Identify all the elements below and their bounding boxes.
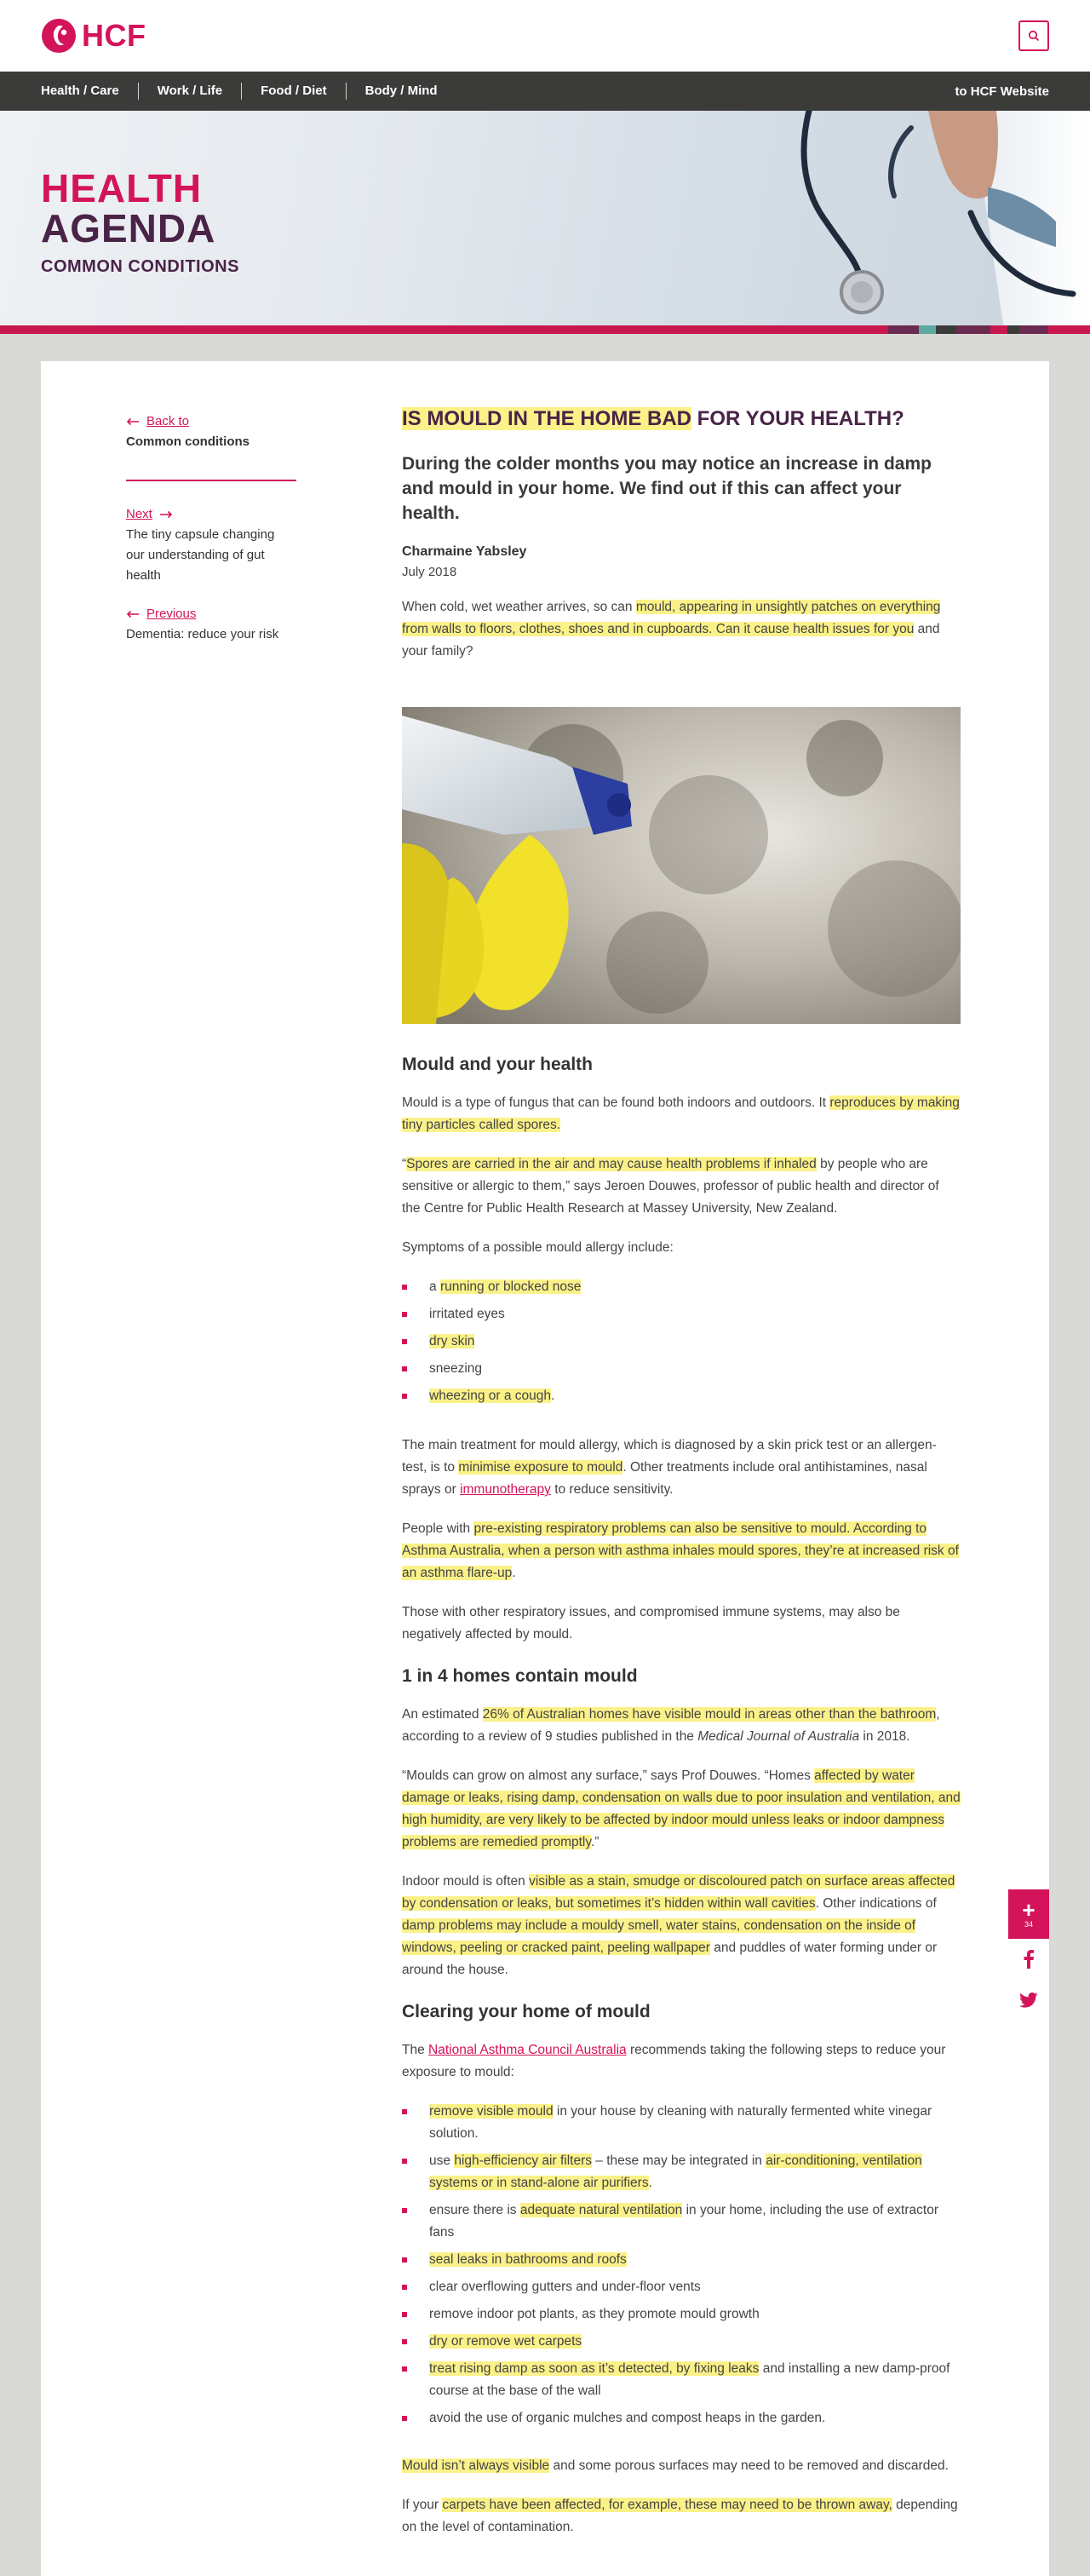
previous-link-label: Previous	[146, 607, 197, 621]
article-standfirst: During the colder months you may notice …	[402, 454, 932, 523]
headline-rest: FOR YOUR HEALTH?	[691, 407, 904, 430]
article-headline: IS MOULD IN THE HOME BAD FOR YOUR HEALTH…	[402, 405, 961, 433]
steps-list: remove visible mould in your house by cl…	[402, 2101, 961, 2429]
paragraph-asthma: People with pre-existing respiratory pro…	[402, 1521, 959, 1580]
arrow-right-icon	[159, 510, 172, 518]
paragraph-nac-intro: The National Asthma Council Australia re…	[402, 2043, 946, 2079]
article-body: IS MOULD IN THE HOME BAD FOR YOUR HEALTH…	[402, 405, 961, 2539]
article-card: Back to Common conditions Next The tiny …	[41, 361, 1049, 2576]
section-heading-mould-health: Mould and your health	[402, 1055, 593, 1074]
facebook-share-button[interactable]	[1008, 1939, 1049, 1980]
paragraph-immune: Those with other respiratory issues, and…	[402, 1605, 900, 1642]
list-item: seal leaks in bathrooms and roofs	[402, 2249, 961, 2271]
hcf-logo[interactable]: HCF	[41, 18, 146, 54]
doctor-stethoscope-image	[800, 111, 1090, 334]
previous-article-link[interactable]: Previous	[126, 607, 296, 621]
paragraph-carpets: If your carpets have been affected, for …	[402, 2498, 958, 2534]
hero-section-label: COMMON CONDITIONS	[41, 257, 239, 276]
paragraph-indoor-mould: Indoor mould is often visible as a stain…	[402, 1874, 955, 1977]
nav-hcf-website-link[interactable]: to HCF Website	[955, 84, 1049, 99]
back-link[interactable]: Back to	[126, 414, 296, 428]
hero-title-agenda: AGENDA	[41, 206, 216, 250]
hero-banner: HEALTH AGENDA COMMON CONDITIONS	[0, 111, 1090, 334]
site-header: HCF	[0, 0, 1090, 72]
section-heading-clearing: Clearing your home of mould	[402, 2002, 651, 2021]
facebook-icon	[1024, 1950, 1034, 1969]
list-item: dry skin	[402, 1331, 961, 1353]
paragraph-surface-quote: “Moulds can grow on almost any surface,”…	[402, 1768, 961, 1849]
twitter-icon	[1019, 1992, 1038, 2008]
list-item: treat rising damp as soon as it’s detect…	[402, 2358, 961, 2402]
national-asthma-council-link[interactable]: National Asthma Council Australia	[428, 2043, 627, 2057]
hero-title: HEALTH AGENDA COMMON CONDITIONS	[41, 169, 239, 277]
next-article-link[interactable]: Next	[126, 507, 296, 521]
sidebar-divider	[126, 480, 296, 481]
section-heading-homes: 1 in 4 homes contain mould	[402, 1666, 638, 1686]
plus-icon: +	[1022, 1897, 1036, 1923]
arrow-left-icon	[126, 610, 139, 618]
main-nav: Health / Care Work / Life Food / Diet Bo…	[0, 72, 1090, 111]
list-item: ensure there is adequate natural ventila…	[402, 2199, 961, 2244]
search-icon	[1028, 30, 1040, 42]
article-date: July 2018	[402, 565, 457, 579]
nav-work-life[interactable]: Work / Life	[137, 83, 241, 100]
hero-stripe	[0, 325, 1090, 334]
intro-paragraph: When cold, wet weather arrives, so can m…	[402, 600, 941, 658]
paragraph-spores-quote: “Spores are carried in the air and may c…	[402, 1157, 939, 1216]
article-sidebar: Back to Common conditions Next The tiny …	[126, 414, 296, 645]
twitter-share-button[interactable]	[1008, 1980, 1049, 2021]
share-count: 34	[1024, 1920, 1033, 1929]
back-link-label: Back to	[146, 414, 190, 428]
immunotherapy-link[interactable]: immunotherapy	[460, 1482, 551, 1497]
share-plus-button[interactable]: + 34	[1008, 1889, 1049, 1939]
mould-spray-photo	[402, 707, 961, 1024]
back-link-title[interactable]: Common conditions	[126, 432, 296, 452]
paragraph-fungus: Mould is a type of fungus that can be fo…	[402, 1095, 960, 1132]
hcf-logo-mark-icon	[42, 19, 76, 53]
article-author: Charmaine Yabsley	[402, 544, 527, 559]
nav-body-mind[interactable]: Body / Mind	[345, 83, 456, 100]
list-item: avoid the use of organic mulches and com…	[402, 2407, 961, 2429]
list-item: wheezing or a cough.	[402, 1385, 961, 1407]
paragraph-symptoms-intro: Symptoms of a possible mould allergy inc…	[402, 1240, 674, 1255]
list-item: a running or blocked nose	[402, 1276, 961, 1298]
logo-text: HCF	[82, 18, 146, 53]
share-bar: + 34	[1008, 1889, 1049, 2021]
list-item: irritated eyes	[402, 1303, 961, 1325]
symptoms-list: a running or blocked nose irritated eyes…	[402, 1276, 961, 1407]
hero-title-health: HEALTH	[41, 166, 203, 210]
list-item: clear overflowing gutters and under-floo…	[402, 2276, 961, 2298]
nav-categories: Health / Care Work / Life Food / Diet Bo…	[41, 83, 456, 100]
paragraph-estimate: An estimated 26% of Australian homes hav…	[402, 1707, 940, 1744]
list-item: sneezing	[402, 1358, 961, 1380]
previous-article-title[interactable]: Dementia: reduce your risk	[126, 624, 296, 645]
headline-highlight: IS MOULD IN THE HOME BAD	[402, 407, 691, 430]
paragraph-not-visible: Mould isn’t always visible and some poro…	[402, 2458, 949, 2473]
paragraph-treatment: The main treatment for mould allergy, wh…	[402, 1438, 937, 1497]
list-item: remove indoor pot plants, as they promot…	[402, 2303, 961, 2326]
search-button[interactable]	[1018, 20, 1049, 51]
next-link-label: Next	[126, 507, 152, 521]
list-item: use high-efficiency air filters – these …	[402, 2150, 961, 2194]
nav-food-diet[interactable]: Food / Diet	[241, 83, 346, 100]
arrow-left-icon	[126, 417, 139, 425]
next-article-title[interactable]: The tiny capsule changing our understand…	[126, 525, 296, 586]
nav-health-care[interactable]: Health / Care	[41, 83, 138, 100]
list-item: dry or remove wet carpets	[402, 2331, 961, 2353]
list-item: remove visible mould in your house by cl…	[402, 2101, 961, 2145]
